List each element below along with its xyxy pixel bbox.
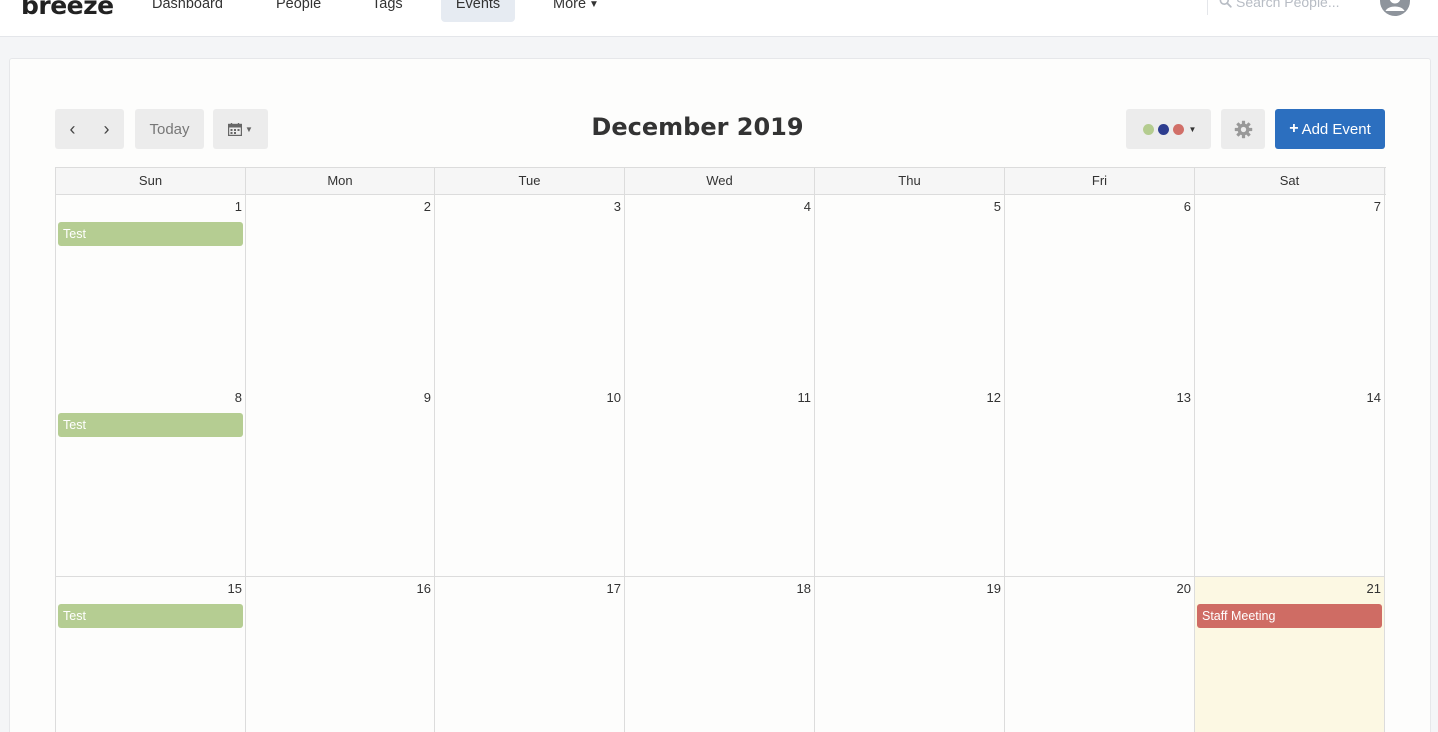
color-filter-button[interactable]: ▼ [1126,109,1211,149]
weekday-header-thu: Thu [815,168,1005,195]
week-row: 1 Test 2 3 4 5 6 7 [56,195,1386,387]
day-number[interactable]: 21 [1367,581,1381,596]
day-cell[interactable]: 3 [435,195,625,387]
day-cell[interactable]: 5 [815,195,1005,387]
day-number[interactable]: 10 [607,390,621,405]
day-cell[interactable]: 11 [625,386,815,577]
event-chip[interactable]: Test [58,413,243,437]
caret-down-icon: ▼ [245,124,253,134]
day-number[interactable]: 20 [1177,581,1191,596]
day-cell[interactable]: 7 [1195,195,1385,387]
next-month-button[interactable]: › [90,109,124,149]
add-event-button[interactable]: + Add Event [1275,109,1385,149]
weekday-header-row: Sun Mon Tue Wed Thu Fri Sat [56,167,1386,195]
day-cell[interactable]: 6 [1005,195,1195,387]
week-row: 8 Test 9 10 11 12 13 14 [56,386,1386,577]
day-number[interactable]: 6 [1184,199,1191,214]
day-cell[interactable]: 12 [815,386,1005,577]
calendar-icon [228,122,243,136]
day-number[interactable]: 18 [797,581,811,596]
today-button[interactable]: Today [135,109,204,149]
prev-next-group: ‹ › [55,109,124,149]
day-cell[interactable]: 18 [625,577,815,732]
day-number[interactable]: 19 [987,581,1001,596]
day-number[interactable]: 16 [417,581,431,596]
day-cell[interactable]: 20 [1005,577,1195,732]
color-dot-blue [1157,123,1169,135]
event-chip[interactable]: Test [58,222,243,246]
view-select-button[interactable]: ▼ [213,109,268,149]
top-navbar: breeze Dashboard People Tags Events More… [0,0,1438,37]
day-number[interactable]: 2 [424,199,431,214]
weekday-header-tue: Tue [435,168,625,195]
plus-icon: + [1289,120,1299,137]
search-input[interactable] [1236,0,1356,10]
gear-icon [1234,120,1252,138]
day-number[interactable]: 11 [798,390,812,405]
day-cell[interactable]: 2 [246,195,435,387]
day-cell[interactable]: 19 [815,577,1005,732]
nav-events[interactable]: Events [441,0,515,22]
weekday-header-sat: Sat [1195,168,1385,195]
day-cell[interactable]: 1 Test [56,195,246,387]
calendar-title: December 2019 [591,113,804,141]
event-chip[interactable]: Staff Meeting [1197,604,1382,628]
chevron-right-icon: › [103,118,110,139]
day-cell[interactable]: 14 [1195,386,1385,577]
day-number[interactable]: 8 [235,390,242,405]
nav-people[interactable]: People [261,0,336,22]
day-cell[interactable]: 16 [246,577,435,732]
chevron-left-icon: ‹ [69,118,76,139]
nav-more-label: More [553,0,587,12]
event-chip[interactable]: Test [58,604,243,628]
week-row: 15 Test 16 17 18 19 20 21 Staff Meeting [56,577,1386,732]
breeze-logo[interactable]: breeze [21,0,114,20]
nav-dashboard[interactable]: Dashboard [137,0,238,22]
day-number[interactable]: 13 [1177,390,1191,405]
day-number[interactable]: 17 [607,581,621,596]
nav-tags[interactable]: Tags [357,0,418,22]
weekday-header-wed: Wed [625,168,815,195]
nav-more-dropdown[interactable]: More ▼ [538,0,614,22]
day-number[interactable]: 14 [1367,390,1381,405]
day-number[interactable]: 5 [994,199,1001,214]
day-number[interactable]: 4 [804,199,811,214]
day-cell[interactable]: 15 Test [56,577,246,732]
weekday-header-mon: Mon [246,168,435,195]
month-calendar-grid: Sun Mon Tue Wed Thu Fri Sat 1 Test 2 3 4 5 6 7 8 Test 9 1… [55,167,1386,732]
day-number[interactable]: 15 [228,581,242,596]
color-dot-green [1142,123,1154,135]
day-cell[interactable]: 8 Test [56,386,246,577]
day-cell[interactable]: 17 [435,577,625,732]
day-cell[interactable]: 9 [246,386,435,577]
add-event-label: Add Event [1301,120,1371,138]
day-cell[interactable]: 4 [625,195,815,387]
day-number[interactable]: 9 [424,390,431,405]
day-cell[interactable]: 21 Staff Meeting [1195,577,1385,732]
color-dot-red [1172,123,1184,135]
day-number[interactable]: 1 [235,199,242,214]
caret-down-icon: ▼ [1188,124,1197,134]
chevron-down-icon: ▼ [589,0,599,10]
prev-month-button[interactable]: ‹ [56,109,90,149]
weekday-header-fri: Fri [1005,168,1195,195]
weekday-header-sun: Sun [56,168,246,195]
day-number[interactable]: 3 [614,199,621,214]
search-icon [1219,0,1232,8]
day-number[interactable]: 7 [1374,199,1381,214]
search-box [1207,0,1361,15]
settings-button[interactable] [1221,109,1265,149]
user-avatar-icon[interactable] [1380,0,1410,16]
day-cell[interactable]: 10 [435,386,625,577]
day-cell[interactable]: 13 [1005,386,1195,577]
day-number[interactable]: 12 [987,390,1001,405]
